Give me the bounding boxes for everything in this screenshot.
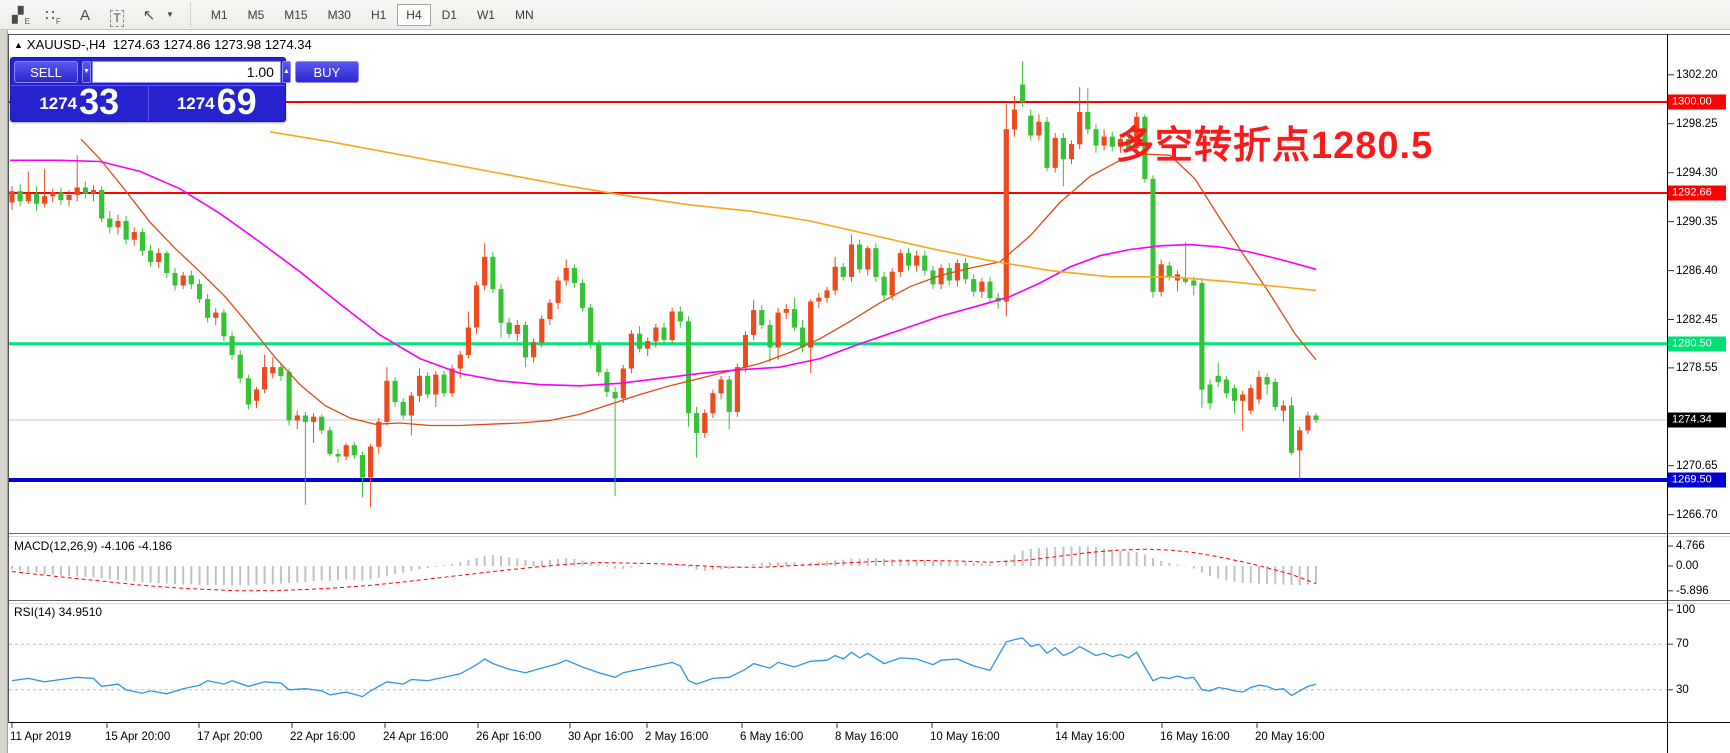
- mt4-terminal: { "window": { "symbol": "XAUUSD-,H4", "o…: [0, 0, 1730, 753]
- one-click-trade-panel: SELL ▼ ▲ BUY 1274 33 1274 69: [10, 57, 286, 122]
- toolbar: ▞E∷FAT↖ ▼ M1M5M15M30H1H4D1W1MN: [0, 0, 1730, 30]
- ask-price-small: 1274: [177, 89, 215, 119]
- text-tool-icon[interactable]: A: [70, 3, 100, 27]
- bid-price-button[interactable]: 1274 33: [11, 86, 149, 121]
- volume-increase-button[interactable]: ▲: [282, 61, 291, 83]
- timeframe-button-m1[interactable]: M1: [202, 4, 237, 26]
- timeframe-button-w1[interactable]: W1: [468, 4, 504, 26]
- ask-price-big: 69: [217, 85, 257, 119]
- sell-button[interactable]: SELL: [14, 61, 78, 83]
- volume-input[interactable]: [92, 61, 281, 83]
- timeframe-button-d1[interactable]: D1: [433, 4, 466, 26]
- timeframe-toolbar: M1M5M15M30H1H4D1W1MN: [190, 3, 544, 27]
- fibonacci-tool-icon[interactable]: ∷F: [38, 3, 68, 27]
- drawing-toolbar: ▞E∷FAT↖: [6, 3, 166, 27]
- arrows-tool-icon[interactable]: ↖: [134, 3, 164, 27]
- channel-tool-icon[interactable]: ▞E: [6, 3, 36, 27]
- bid-price-small: 1274: [39, 89, 77, 119]
- chevron-down-icon[interactable]: ▼: [166, 10, 174, 19]
- timeframe-button-m15[interactable]: M15: [275, 4, 316, 26]
- timeframe-button-h1[interactable]: H1: [362, 4, 395, 26]
- timeframe-button-m30[interactable]: M30: [319, 4, 360, 26]
- timeframe-button-h4[interactable]: H4: [397, 4, 430, 26]
- buy-button[interactable]: BUY: [295, 61, 359, 83]
- label-tool-icon[interactable]: T: [102, 3, 132, 27]
- window-left-edge: [0, 30, 8, 753]
- bid-price-big: 33: [79, 85, 119, 119]
- ask-price-button[interactable]: 1274 69: [149, 86, 286, 121]
- timeframe-button-m5[interactable]: M5: [239, 4, 274, 26]
- volume-decrease-button[interactable]: ▼: [82, 61, 91, 83]
- timeframe-button-mn[interactable]: MN: [506, 4, 543, 26]
